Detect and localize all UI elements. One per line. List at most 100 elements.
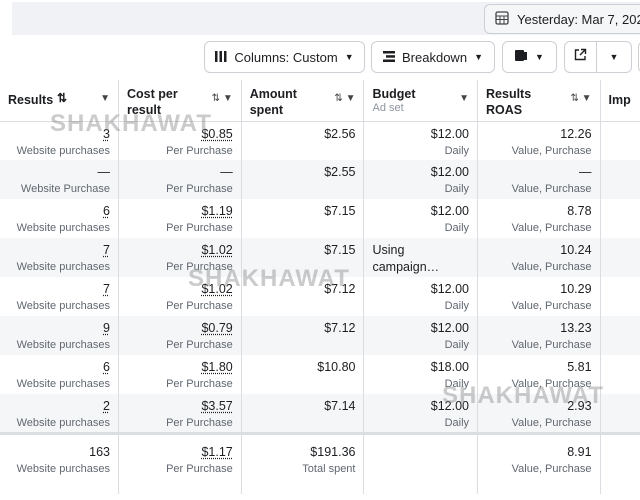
budget-type: Daily: [444, 183, 470, 195]
budget-type: Daily: [444, 222, 470, 234]
amount-spent-value: $7.15: [324, 243, 356, 257]
table-row[interactable]: 6 Website purchases $1.80 Per Purchase $10.8…: [0, 355, 640, 394]
results-value: —: [97, 165, 110, 179]
header-results[interactable]: Results ▼ ⇅: [0, 80, 119, 122]
budget-value: $12.00: [430, 204, 470, 218]
roas-type: Value, Purchase: [511, 339, 592, 351]
amount-spent-value: $7.14: [324, 399, 356, 413]
table-row[interactable]: 3 Website purchases $0.85 Per Purchase $2.56…: [0, 121, 640, 160]
budget-value: $12.00: [430, 282, 470, 296]
budget-type: Daily: [444, 417, 470, 429]
header-cost-per-result[interactable]: Cost per result ⇅ ▼: [118, 80, 242, 122]
results-value[interactable]: 6: [8, 359, 110, 376]
cost-per-result-value[interactable]: $1.80: [127, 359, 232, 376]
header-sublabel: Ad set: [372, 102, 404, 114]
impressions-cell: [600, 394, 640, 434]
results-type: Website purchases: [16, 261, 110, 273]
results-value[interactable]: 7: [8, 281, 110, 298]
totals-row: 163 Website purchases $1.17 Per Purchase $19…: [0, 432, 640, 494]
columns-icon: [215, 50, 227, 65]
results-type: Website purchases: [16, 417, 110, 429]
results-value[interactable]: 9: [8, 320, 110, 337]
impressions-cell: [600, 277, 640, 316]
sort-icon[interactable]: ⇅ ▼: [570, 93, 591, 104]
cost-per-result-type: Per Purchase: [166, 378, 233, 390]
cost-per-result-value[interactable]: $0.85: [127, 126, 232, 143]
export-icon[interactable]: [565, 42, 597, 72]
chevron-down-icon[interactable]: ▼: [459, 93, 469, 104]
roas-type: Value, Purchase: [511, 183, 592, 195]
amount-spent-value: $2.56: [324, 126, 356, 141]
roas-value: 13.23: [560, 321, 592, 335]
roas-type: Value, Purchase: [511, 378, 592, 390]
cost-per-result-type: Per Purchase: [166, 144, 233, 157]
budget-type: Daily: [444, 378, 470, 390]
export-dropdown-chevron-icon[interactable]: ▼: [597, 52, 631, 62]
header-label: Amount spent: [249, 87, 297, 117]
impressions-cell: [600, 160, 640, 199]
chevron-down-icon: ▼: [344, 52, 354, 62]
table-row[interactable]: 2 Website purchases $3.57 Per Purchase $7.14…: [0, 394, 640, 434]
columns-button[interactable]: Columns: Custom ▼: [204, 41, 365, 73]
roas-value: 8.78: [567, 204, 592, 218]
table-row[interactable]: 7 Website purchases $1.02 Per Purchase $7.15…: [0, 238, 640, 277]
breakdown-label: Breakdown: [402, 49, 468, 65]
sort-icon[interactable]: ⇅ ▼: [334, 93, 355, 104]
cost-per-result-value[interactable]: $1.02: [127, 242, 232, 259]
total-roas-type: Value, Purchase: [511, 463, 592, 475]
budget-value: $12.00: [430, 399, 470, 413]
amount-spent-value: $7.12: [324, 282, 356, 296]
roas-value: 5.81: [567, 360, 592, 374]
results-value[interactable]: 2: [8, 398, 110, 415]
header-results-roas[interactable]: Results ROAS ⇅ ▼: [477, 80, 601, 122]
sort-icon[interactable]: ⇅ ▼: [212, 93, 233, 104]
calendar-icon: [495, 10, 509, 28]
budget-type: Daily: [444, 339, 470, 351]
amount-spent-value: $7.12: [324, 321, 356, 335]
results-type: Website purchases: [16, 144, 110, 157]
table-row[interactable]: 7 Website purchases $1.02 Per Purchase $7.12…: [0, 277, 640, 316]
impressions-cell: [600, 238, 640, 277]
breakdown-icon: [383, 50, 396, 65]
results-value[interactable]: 3: [8, 126, 110, 143]
sort-arrows-icon[interactable]: ⇅: [57, 91, 67, 105]
roas-type: Value, Purchase: [511, 417, 592, 429]
chevron-down-icon: ▼: [474, 52, 483, 62]
results-value[interactable]: 7: [8, 242, 110, 259]
reports-button[interactable]: ▼: [502, 41, 557, 73]
roas-value: 10.24: [560, 243, 592, 257]
header-label: Imp: [608, 93, 631, 107]
roas-value: 10.29: [560, 282, 592, 296]
impressions-cell: [600, 355, 640, 394]
results-value[interactable]: 6: [8, 203, 110, 220]
cost-per-result-type: Per Purchase: [166, 417, 233, 429]
header-impressions[interactable]: Imp: [600, 80, 640, 122]
sort-icon[interactable]: ▼: [100, 93, 110, 104]
results-type: Website Purchase: [20, 183, 110, 195]
ads-table: Results ▼ ⇅ Cost per result ⇅ ▼ Amount spen…: [0, 80, 640, 494]
cost-per-result-value[interactable]: $1.02: [127, 281, 232, 298]
table-row[interactable]: — Website Purchase — Per Purchase $2.55 $12.0…: [0, 160, 640, 199]
date-range-picker[interactable]: Yesterday: Mar 7, 2026: [484, 4, 640, 34]
total-cpr-type: Per Purchase: [166, 463, 233, 475]
breakdown-button[interactable]: Breakdown ▼: [371, 41, 495, 73]
roas-type: Value, Purchase: [511, 144, 592, 157]
cost-per-result-value[interactable]: $1.19: [127, 203, 232, 220]
table-row[interactable]: 9 Website purchases $0.79 Per Purchase $7.12…: [0, 316, 640, 355]
budget-value: $18.00: [430, 360, 470, 374]
cost-per-result-value[interactable]: $0.79: [127, 320, 232, 337]
budget-value: Using campaign…: [372, 243, 440, 274]
total-results: 163: [89, 445, 110, 459]
header-amount-spent[interactable]: Amount spent ⇅ ▼: [241, 80, 365, 122]
results-type: Website purchases: [16, 378, 110, 390]
cost-per-result-type: Per Purchase: [166, 261, 233, 273]
table-row[interactable]: 6 Website purchases $1.19 Per Purchase $7.15…: [0, 199, 640, 238]
cost-per-result-type: Per Purchase: [166, 300, 233, 312]
total-cost-per-result[interactable]: $1.17: [127, 444, 232, 461]
budget-value: $12.00: [430, 165, 470, 179]
header-budget[interactable]: Budget Ad set ▼: [363, 80, 479, 122]
chevron-down-icon: ▼: [535, 52, 544, 62]
total-amount-spent: $191.36: [310, 445, 356, 459]
header-label: Budget: [372, 87, 416, 101]
cost-per-result-value[interactable]: $3.57: [127, 398, 232, 415]
